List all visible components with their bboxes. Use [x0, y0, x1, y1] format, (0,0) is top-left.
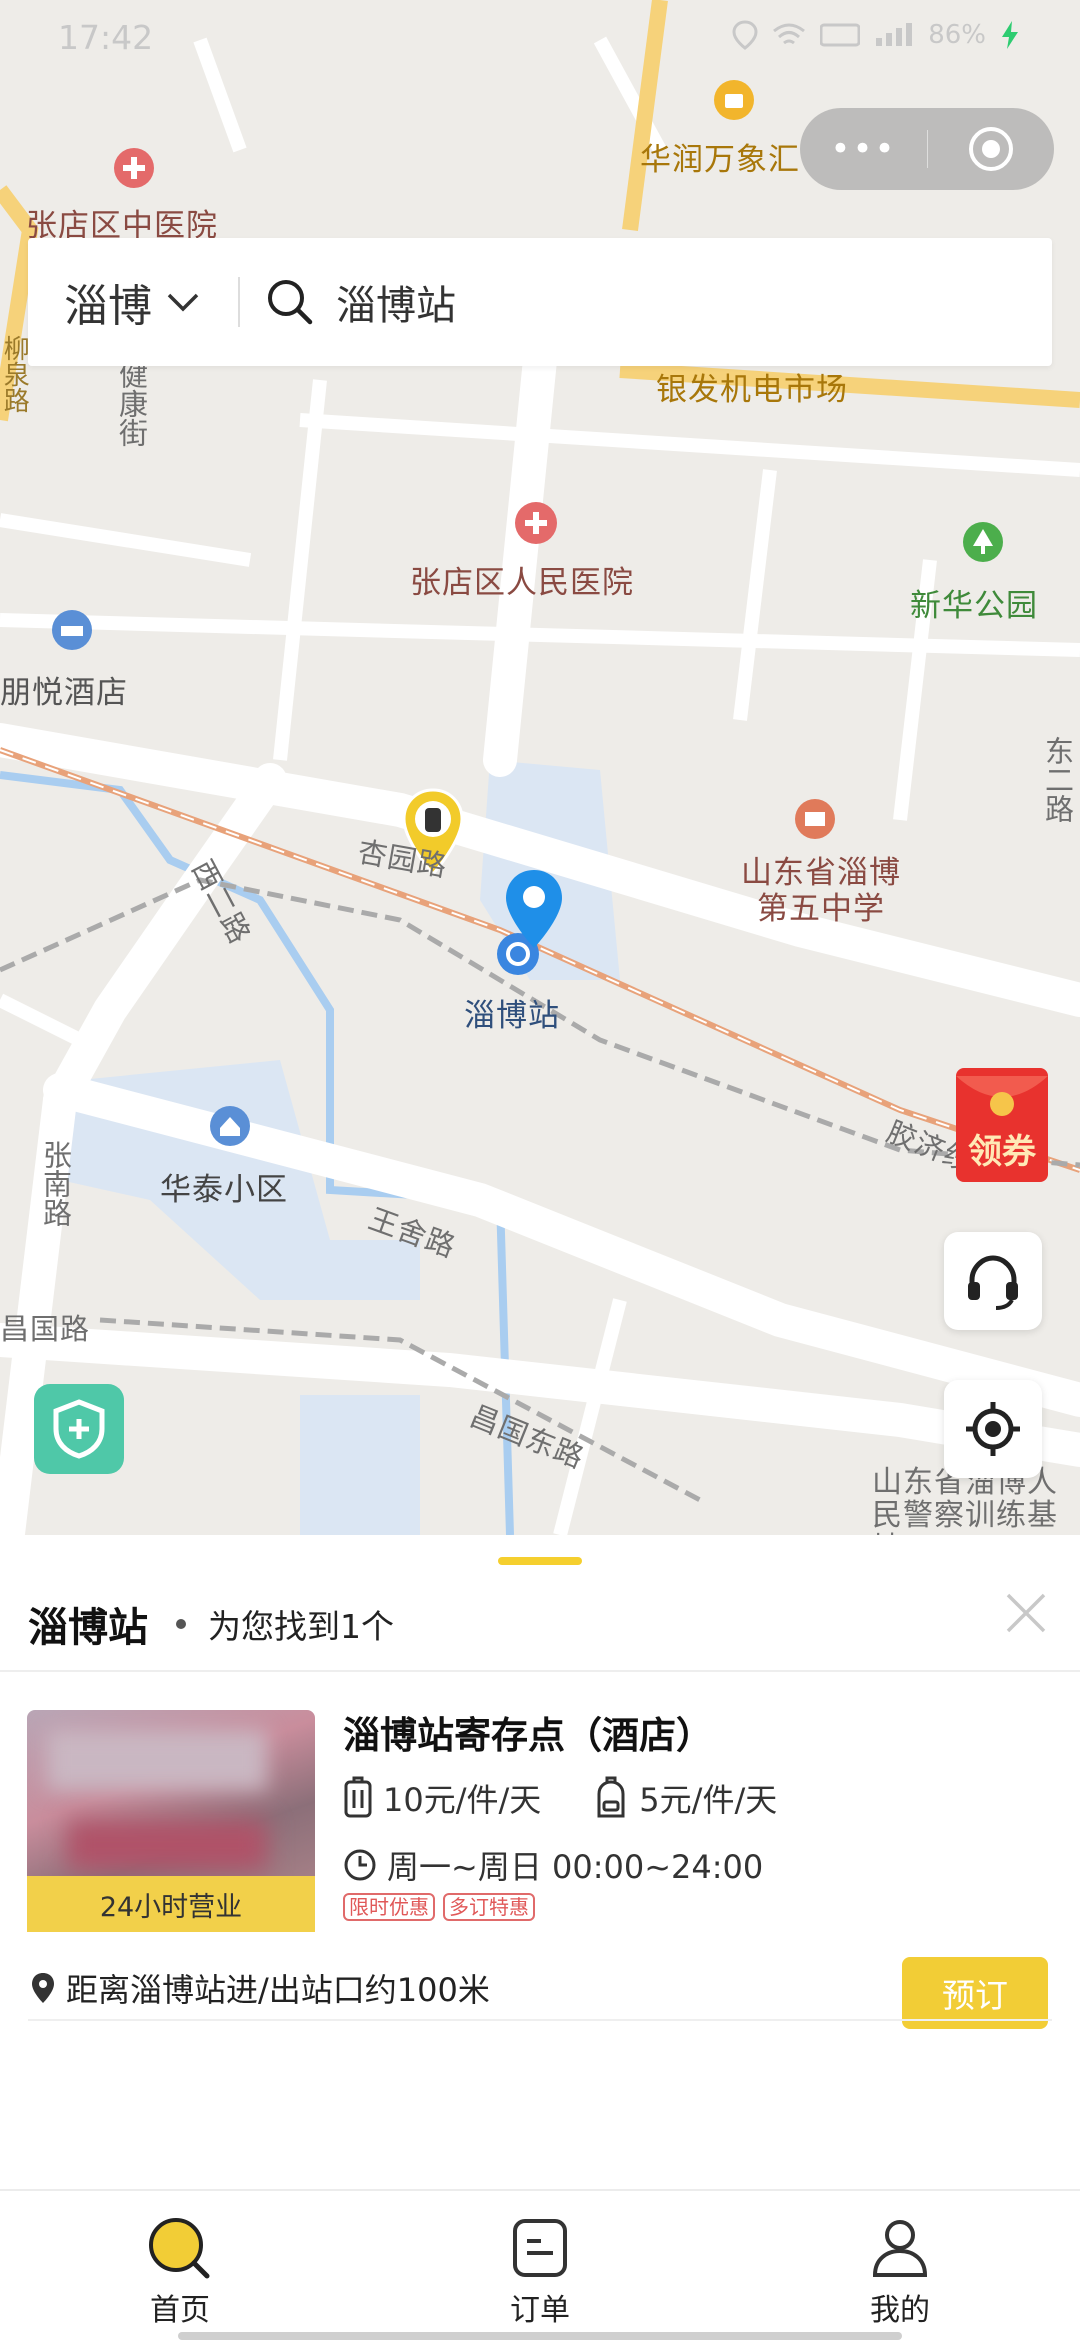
miniprogram-capsule: •••	[800, 108, 1054, 190]
promo-tag: 限时优惠	[343, 1893, 435, 1921]
map-view[interactable]: 华润万象汇 张店区中医院 银发机电市场 健康街 柳泉路 张店区人民医院 新华公园…	[0, 0, 1080, 1535]
crosshair-icon	[966, 1402, 1020, 1456]
search-query: 淄博站	[336, 283, 456, 329]
clock-icon	[344, 1849, 376, 1881]
status-time: 17:42	[58, 18, 154, 57]
map-label-xinhua-park: 新华公园	[910, 588, 1038, 624]
promo-tags: 限时优惠 多订特惠	[343, 1893, 535, 1921]
results-sheet: 淄博站 为您找到1个 24小时营业 淄博站寄存点（酒店） 10元/件/天 5元/…	[0, 1535, 1080, 2190]
profile-icon	[872, 2220, 928, 2277]
wifi-icon	[773, 23, 806, 45]
tab-home[interactable]: 首页	[0, 2191, 360, 2340]
promo-tag: 多订特惠	[443, 1893, 535, 1921]
hotel-marker-icon[interactable]	[50, 608, 94, 652]
chevron-down-icon	[167, 293, 199, 312]
results-count: 为您找到1个	[208, 1607, 394, 1646]
distance-text: 距离淄博站进/出站口约100米	[66, 1971, 490, 2009]
map-label-school: 山东省淄博第五中学	[741, 855, 901, 927]
order-icon	[513, 2219, 567, 2277]
map-label-hotel: 朋悦酒店	[0, 675, 128, 711]
suitcase-icon	[344, 1776, 372, 1818]
store-name: 淄博站寄存点（酒店）	[343, 1714, 713, 1757]
target-circle-icon[interactable]	[928, 125, 1054, 173]
charging-icon	[1002, 21, 1018, 49]
more-dots-icon[interactable]: •••	[800, 129, 927, 169]
home-search-icon	[149, 2218, 210, 2279]
mall-marker-icon[interactable]	[712, 78, 756, 122]
map-label-peoples-hospital: 张店区人民医院	[410, 565, 634, 601]
small-bag-price: 5元/件/天	[639, 1781, 778, 1819]
map-label-jiankang-street: 健康街	[114, 360, 149, 447]
map-label-huatai: 华泰小区	[160, 1172, 288, 1208]
open-hours-badge: 24小时营业	[27, 1876, 315, 1932]
distance-info: 距离淄博站进/出站口约100米	[30, 1965, 490, 2011]
home-indicator	[178, 2332, 902, 2340]
price-row: 10元/件/天 5元/件/天	[343, 1775, 777, 1821]
signal-icon	[876, 23, 913, 46]
results-header: 淄博站 为您找到1个	[28, 1595, 394, 1653]
residential-marker-icon[interactable]	[208, 1104, 252, 1148]
map-label-changguo-road: 昌国路	[0, 1312, 91, 1346]
map-label-station: 淄博站	[464, 998, 560, 1034]
school-marker-icon[interactable]	[793, 797, 837, 841]
results-title: 淄博站	[28, 1605, 148, 1651]
backpack-icon	[597, 1776, 625, 1818]
map-label-dong-road: 东二路	[1040, 736, 1075, 823]
store-photo: 24小时营业	[27, 1710, 315, 1932]
coupon-label: 领券	[968, 1132, 1036, 1172]
location-status-icon	[732, 20, 758, 50]
shield-plus-icon	[53, 1399, 105, 1459]
map-label-huarun: 华润万象汇	[640, 142, 800, 178]
sheet-drag-handle[interactable]	[498, 1557, 582, 1565]
status-icons: 86%	[732, 20, 1020, 50]
close-icon[interactable]	[1002, 1589, 1050, 1637]
park-marker-icon[interactable]	[961, 520, 1005, 564]
hours-text: 周一~周日 00:00~24:00	[387, 1848, 764, 1886]
coupon-button[interactable]: 领券	[948, 1062, 1056, 1186]
map-label-market: 银发机电市场	[656, 372, 848, 408]
customer-service-button[interactable]	[944, 1232, 1042, 1330]
large-bag-price: 10元/件/天	[383, 1781, 542, 1819]
tab-orders[interactable]: 订单	[360, 2191, 720, 2340]
map-pin-icon	[32, 1973, 54, 2003]
battery-percent: 86%	[928, 20, 986, 50]
location-pin-icon[interactable]	[502, 866, 566, 952]
search-input[interactable]: 淄博站	[240, 273, 1052, 331]
bottom-tab-bar: 首页 订单 我的	[0, 2189, 1080, 2340]
city-name: 淄博	[64, 281, 152, 332]
tab-home-label: 首页	[150, 2293, 210, 2328]
city-selector[interactable]: 淄博	[28, 270, 238, 334]
search-icon	[268, 280, 313, 325]
tab-orders-label: 订单	[510, 2293, 570, 2328]
hd-icon	[820, 23, 861, 47]
search-bar: 淄博 淄博站	[28, 238, 1052, 366]
tab-profile[interactable]: 我的	[720, 2191, 1080, 2340]
map-label-left-road: 柳泉路	[0, 335, 30, 413]
hospital-marker-icon[interactable]	[513, 500, 559, 546]
hospital-marker-icon[interactable]	[112, 146, 156, 190]
headset-icon	[968, 1255, 1018, 1310]
storage-location-card[interactable]: 24小时营业 淄博站寄存点（酒店） 10元/件/天 5元/件/天 周一~周日 0…	[0, 1695, 1080, 2029]
tab-profile-label: 我的	[870, 2293, 930, 2328]
safety-shield-button[interactable]	[34, 1384, 124, 1474]
locate-button[interactable]	[944, 1380, 1042, 1478]
business-hours: 周一~周日 00:00~24:00	[343, 1842, 763, 1888]
map-label-zhangnan-road: 张南路	[38, 1140, 73, 1227]
